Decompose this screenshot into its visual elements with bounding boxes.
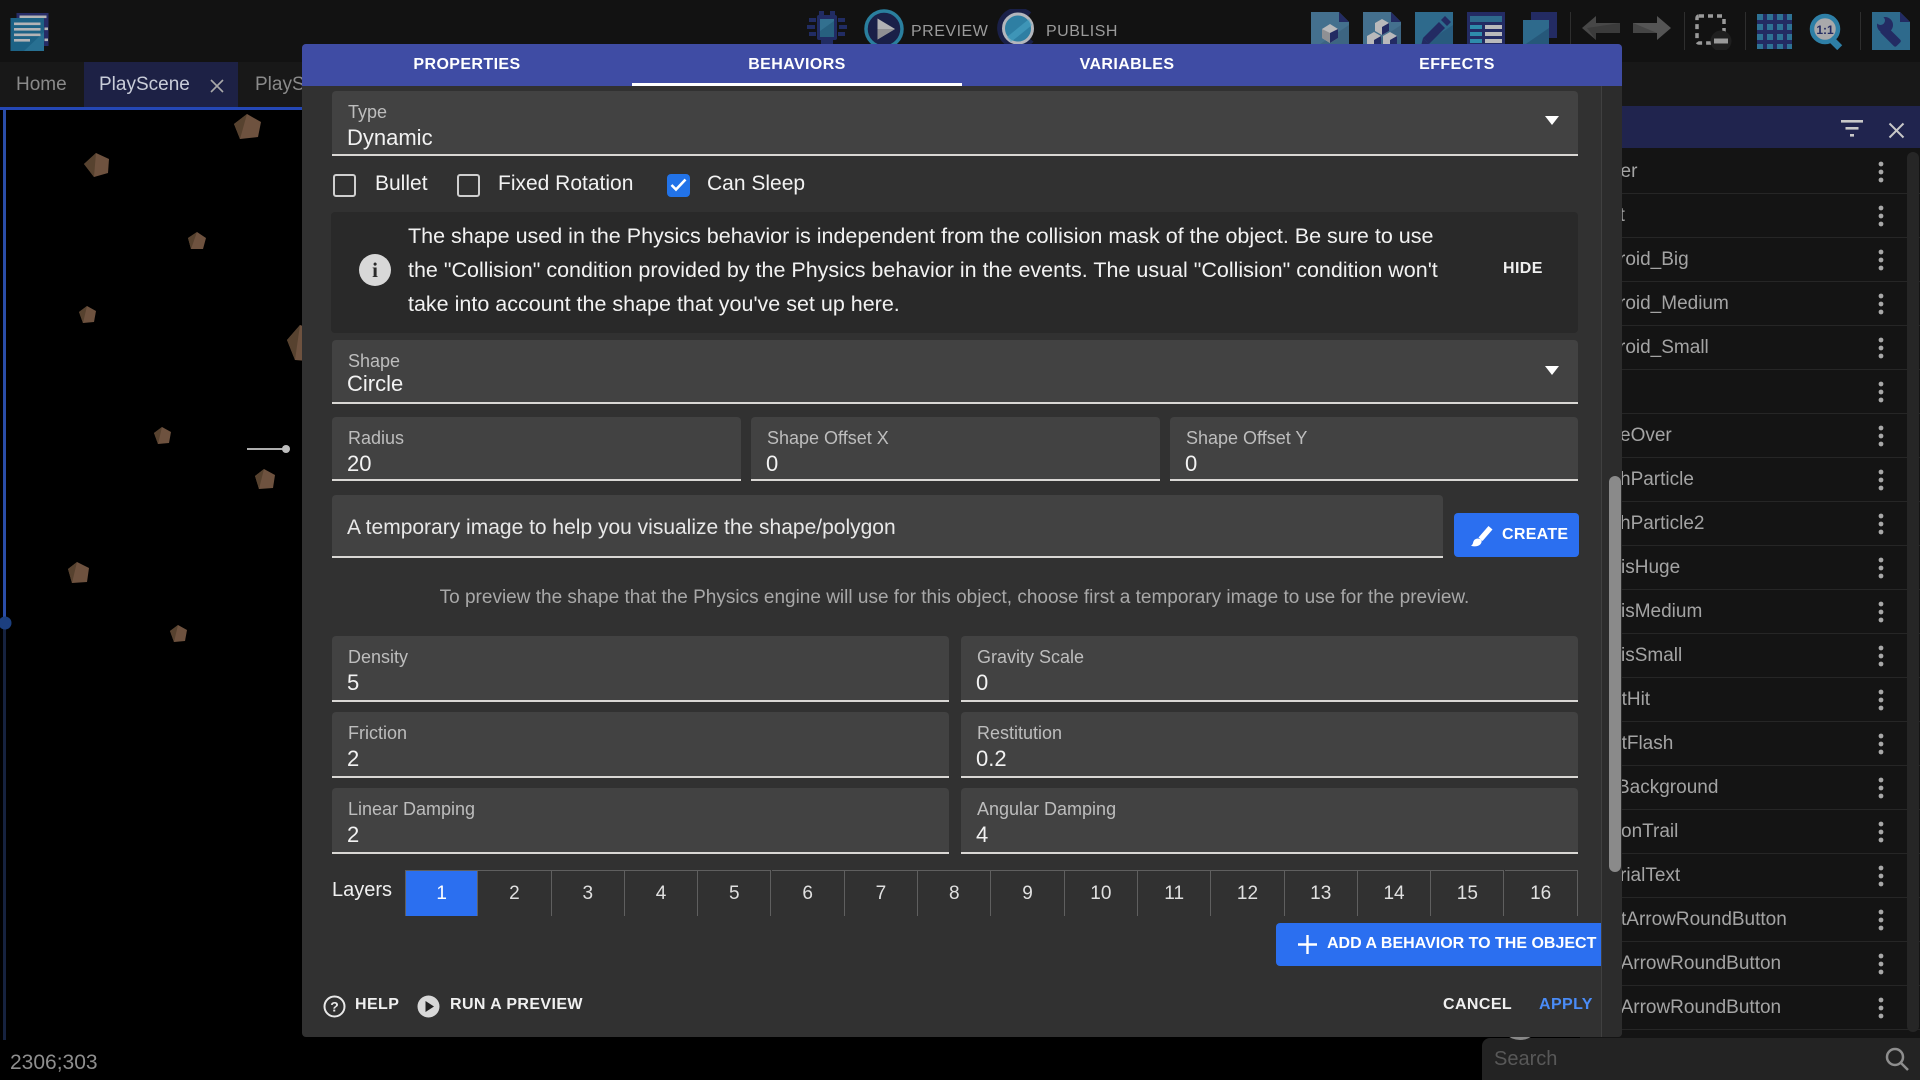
svg-text:?: ? <box>330 999 339 1015</box>
svg-text:1:1: 1:1 <box>1816 23 1834 37</box>
